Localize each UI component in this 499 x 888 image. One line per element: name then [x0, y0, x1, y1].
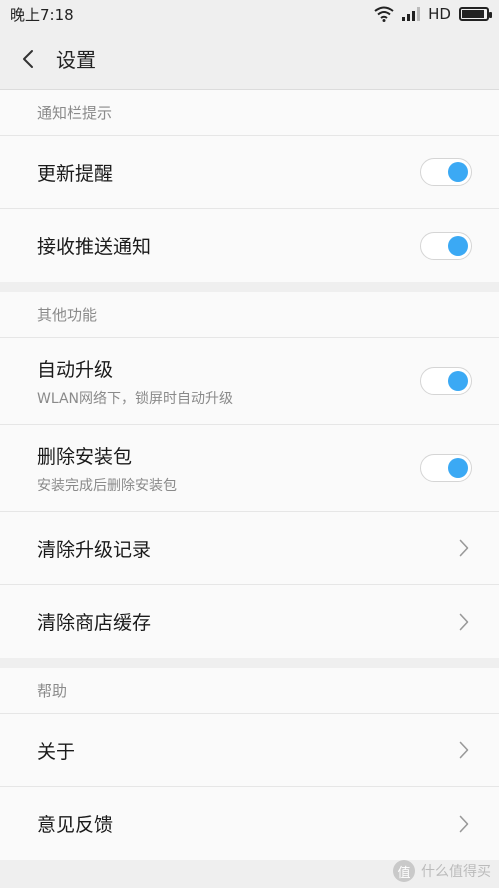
- setting-delete-package[interactable]: 删除安装包 安装完成后删除安装包: [0, 425, 499, 512]
- push-notifications-toggle[interactable]: [420, 231, 472, 260]
- delete-package-toggle[interactable]: [420, 454, 472, 482]
- setting-description: WLAN网络下，锁屏时自动升级: [37, 390, 234, 407]
- wifi-icon: [374, 6, 394, 22]
- chevron-right-icon: [457, 538, 471, 558]
- chevron-left-icon: [23, 49, 33, 68]
- setting-auto-upgrade[interactable]: 自动升级 WLAN网络下，锁屏时自动升级: [0, 338, 499, 425]
- setting-update-reminder[interactable]: 更新提醒: [0, 136, 499, 209]
- update-reminder-toggle[interactable]: [420, 158, 472, 186]
- chevron-right-icon: [457, 814, 471, 834]
- watermark: 值 什么值得买: [393, 860, 491, 882]
- section-header: 帮助: [0, 668, 499, 714]
- setting-label: 意见反馈: [37, 814, 114, 836]
- watermark-text: 什么值得买: [421, 864, 491, 880]
- setting-about[interactable]: 关于: [0, 714, 499, 787]
- setting-label: 自动升级: [37, 358, 114, 381]
- chevron-right-icon: [457, 740, 471, 760]
- section-notifications: 通知栏提示 更新提醒 接收推送通知: [0, 90, 499, 282]
- back-button[interactable]: [0, 28, 56, 90]
- setting-description: 安装完成后删除安装包: [37, 477, 177, 494]
- setting-push-notifications[interactable]: 接收推送通知: [0, 209, 499, 282]
- section-gap: [0, 282, 499, 292]
- setting-label: 关于: [37, 740, 76, 763]
- page-title: 设置: [56, 48, 96, 72]
- setting-clear-upgrade-history[interactable]: 清除升级记录: [0, 512, 499, 585]
- section-header: 通知栏提示: [0, 90, 499, 136]
- auto-upgrade-toggle[interactable]: [420, 367, 472, 395]
- setting-clear-store-cache[interactable]: 清除商店缓存: [0, 585, 499, 658]
- chevron-right-icon: [457, 612, 471, 632]
- network-type: HD: [428, 5, 451, 23]
- section-gap: [0, 658, 499, 668]
- signal-icon: [402, 7, 421, 21]
- setting-label: 删除安装包: [37, 445, 133, 468]
- section-header: 其他功能: [0, 292, 499, 338]
- setting-label: 清除商店缓存: [37, 612, 152, 634]
- setting-label: 更新提醒: [37, 162, 114, 185]
- watermark-badge: 值: [393, 860, 415, 882]
- section-other-features: 其他功能 自动升级 WLAN网络下，锁屏时自动升级 删除安装包 安装完成后删除安…: [0, 292, 499, 658]
- title-bar: 设置: [0, 28, 499, 90]
- status-time: 晚上7:18: [10, 5, 74, 24]
- setting-label: 清除升级记录: [37, 538, 152, 561]
- status-icons: HD: [374, 5, 492, 23]
- setting-label: 接收推送通知: [37, 236, 152, 258]
- status-bar: 晚上7:18 HD: [0, 0, 499, 28]
- battery-icon: [459, 7, 492, 21]
- setting-feedback[interactable]: 意见反馈: [0, 787, 499, 860]
- section-help: 帮助 关于 意见反馈: [0, 668, 499, 860]
